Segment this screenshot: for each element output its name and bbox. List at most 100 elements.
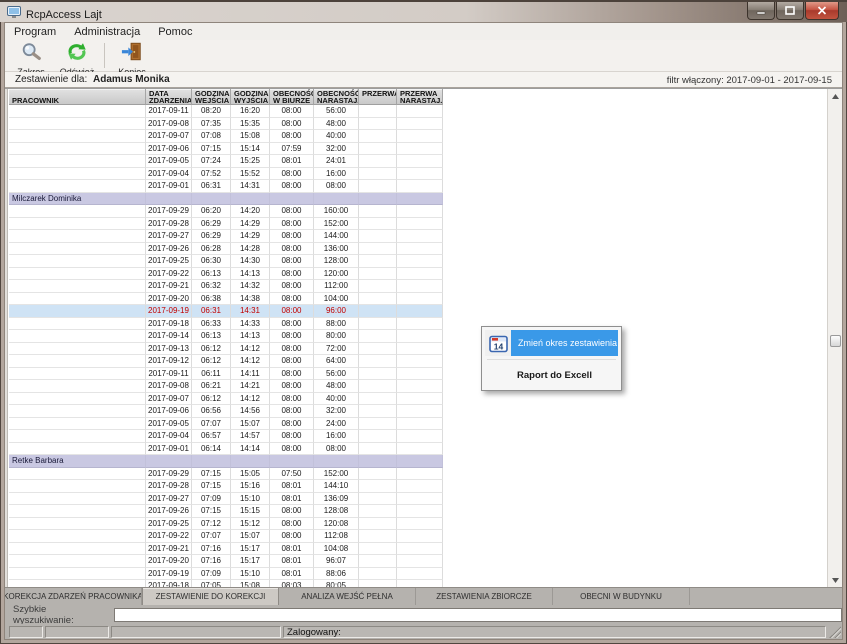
table-row[interactable]: 2017-09-0507:2415:2508:0124:01 bbox=[9, 155, 443, 168]
value-cell: 2017-09-27 bbox=[146, 493, 192, 506]
tab-2[interactable]: ZESTAWIENIE DO KOREKCJI bbox=[142, 588, 279, 605]
value-cell bbox=[359, 230, 397, 243]
tab-3[interactable]: ANALIZA WEJŚĆ PEŁNA bbox=[279, 588, 416, 605]
table-row[interactable]: 2017-09-0106:1414:1408:0008:00 bbox=[9, 443, 443, 456]
minimize-button[interactable] bbox=[747, 2, 775, 20]
exit-door-icon bbox=[121, 42, 143, 66]
table-row[interactable]: 2017-09-1206:1214:1208:0064:00 bbox=[9, 355, 443, 368]
value-cell bbox=[359, 530, 397, 543]
column-header[interactable]: PRACOWNIK bbox=[9, 89, 146, 105]
employee-cell bbox=[9, 305, 146, 318]
group-row[interactable]: Retke Barbara bbox=[9, 455, 443, 468]
vertical-scrollbar[interactable] bbox=[827, 89, 842, 587]
scrollbar-thumb[interactable] bbox=[830, 335, 841, 347]
table-row[interactable]: 2017-09-0407:5215:5208:0016:00 bbox=[9, 168, 443, 181]
scroll-down-icon[interactable] bbox=[829, 574, 842, 587]
value-cell: 06:32 bbox=[192, 280, 231, 293]
table-row[interactable]: 2017-09-2006:3814:3808:00104:00 bbox=[9, 293, 443, 306]
table-row[interactable]: 2017-09-0606:5614:5608:0032:00 bbox=[9, 405, 443, 418]
table-row[interactable]: 2017-09-1306:1214:1208:0072:00 bbox=[9, 343, 443, 356]
value-cell: 104:00 bbox=[314, 293, 359, 306]
column-header[interactable]: OBECNOŚĆNARASTAJ. bbox=[314, 89, 359, 105]
resize-grip-icon[interactable] bbox=[829, 626, 841, 638]
status-bar: Zalogowany: bbox=[5, 624, 842, 639]
value-cell bbox=[359, 255, 397, 268]
value-cell: 06:30 bbox=[192, 255, 231, 268]
value-cell bbox=[231, 193, 270, 206]
table-row[interactable]: 2017-09-0807:3515:3508:0048:00 bbox=[9, 118, 443, 131]
employee-cell bbox=[9, 480, 146, 493]
table-row[interactable]: 2017-09-1406:1314:1308:0080:00 bbox=[9, 330, 443, 343]
table-row[interactable]: 2017-09-2007:1615:1708:0196:07 bbox=[9, 555, 443, 568]
zakres-button[interactable]: Zakres bbox=[8, 40, 54, 71]
tab-1[interactable]: KOREKCJA ZDARZEŃ PRACOWNIKA bbox=[5, 588, 142, 605]
maximize-button[interactable] bbox=[776, 2, 804, 20]
table-row[interactable]: 2017-09-1806:3314:3308:0088:00 bbox=[9, 318, 443, 331]
table-row[interactable]: 2017-09-2606:2814:2808:00136:00 bbox=[9, 243, 443, 256]
table-row[interactable]: 2017-09-2906:2014:2008:00160:00 bbox=[9, 205, 443, 218]
tab-5[interactable]: OBECNI W BUDYNKU bbox=[553, 588, 690, 605]
value-cell bbox=[397, 218, 443, 231]
table-row[interactable]: 2017-09-1807:0515:0808:0380:05 bbox=[9, 580, 443, 587]
scroll-up-icon[interactable] bbox=[829, 90, 842, 103]
table-row[interactable]: 2017-09-0806:2114:2108:0048:00 bbox=[9, 380, 443, 393]
table-row[interactable]: 2017-09-1906:3114:3108:0096:00 bbox=[9, 305, 443, 318]
value-cell: 14:38 bbox=[231, 293, 270, 306]
table-row[interactable]: 2017-09-1907:0915:1008:0188:06 bbox=[9, 568, 443, 581]
table-row[interactable]: 2017-09-1106:1114:1108:0056:00 bbox=[9, 368, 443, 381]
table-row[interactable]: 2017-09-2506:3014:3008:00128:00 bbox=[9, 255, 443, 268]
close-button[interactable] bbox=[805, 2, 839, 20]
value-cell bbox=[359, 180, 397, 193]
column-header[interactable]: GODZINAWEJŚCIA bbox=[192, 89, 231, 105]
table-row[interactable]: 2017-09-2707:0915:1008:01136:09 bbox=[9, 493, 443, 506]
table-row[interactable]: 2017-09-2607:1515:1508:00128:08 bbox=[9, 505, 443, 518]
table-row[interactable]: 2017-09-0607:1515:1407:5932:00 bbox=[9, 143, 443, 156]
menu-item-change-period[interactable]: 14 Zmień okres zestawienia bbox=[485, 330, 618, 356]
odswiez-button[interactable]: Odśwież bbox=[54, 40, 100, 71]
column-header[interactable]: OBECNOŚĆW BIURZE bbox=[270, 89, 314, 105]
menu-item-excel-report[interactable]: Raport do Excell bbox=[485, 363, 618, 387]
menu-administracja[interactable]: Administracja bbox=[65, 24, 149, 40]
table-row[interactable]: 2017-09-2107:1615:1708:01104:08 bbox=[9, 543, 443, 556]
value-cell: 08:00 bbox=[270, 180, 314, 193]
search-input[interactable] bbox=[114, 608, 842, 622]
value-cell: 2017-09-11 bbox=[146, 368, 192, 381]
value-cell bbox=[397, 468, 443, 481]
table-row[interactable]: 2017-09-2807:1515:1608:01144:10 bbox=[9, 480, 443, 493]
value-cell bbox=[397, 143, 443, 156]
table-row[interactable]: 2017-09-0106:3114:3108:0008:00 bbox=[9, 180, 443, 193]
table-row[interactable]: 2017-09-2806:2914:2908:00152:00 bbox=[9, 218, 443, 231]
value-cell: 08:00 bbox=[270, 118, 314, 131]
table-row[interactable]: 2017-09-0507:0715:0708:0024:00 bbox=[9, 418, 443, 431]
group-row[interactable]: Milczarek Dominika bbox=[9, 193, 443, 206]
table-row[interactable]: 2017-09-0406:5714:5708:0016:00 bbox=[9, 430, 443, 443]
employee-cell bbox=[9, 230, 146, 243]
tab-4[interactable]: ZESTAWIENIA ZBIORCZE bbox=[416, 588, 553, 605]
value-cell bbox=[397, 330, 443, 343]
table-row[interactable]: 2017-09-2207:0715:0708:00112:08 bbox=[9, 530, 443, 543]
value-cell bbox=[397, 355, 443, 368]
table-row[interactable]: 2017-09-2206:1314:1308:00120:00 bbox=[9, 268, 443, 281]
value-cell bbox=[359, 505, 397, 518]
table-row[interactable]: 2017-09-2106:3214:3208:00112:00 bbox=[9, 280, 443, 293]
value-cell bbox=[146, 193, 192, 206]
table-row[interactable]: 2017-09-1108:2016:2008:0056:00 bbox=[9, 105, 443, 118]
employee-cell bbox=[9, 543, 146, 556]
column-header[interactable]: PRZERWANARASTAJ. bbox=[397, 89, 443, 105]
table-row[interactable]: 2017-09-2907:1515:0507:50152:00 bbox=[9, 468, 443, 481]
column-header[interactable]: DATAZDARZENIA bbox=[146, 89, 192, 105]
value-cell bbox=[359, 318, 397, 331]
table-row[interactable]: 2017-09-0706:1214:1208:0040:00 bbox=[9, 393, 443, 406]
value-cell: 144:10 bbox=[314, 480, 359, 493]
menu-pomoc[interactable]: Pomoc bbox=[149, 24, 201, 40]
table-row[interactable]: 2017-09-2706:2914:2908:00144:00 bbox=[9, 230, 443, 243]
value-cell: 2017-09-05 bbox=[146, 418, 192, 431]
value-cell: 08:03 bbox=[270, 580, 314, 587]
column-header[interactable]: PRZERWA bbox=[359, 89, 397, 105]
koniec-button[interactable]: Koniec bbox=[109, 40, 155, 71]
menu-program[interactable]: Program bbox=[5, 24, 65, 40]
table-row[interactable]: 2017-09-2507:1215:1208:00120:08 bbox=[9, 518, 443, 531]
table-row[interactable]: 2017-09-0707:0815:0808:0040:00 bbox=[9, 130, 443, 143]
column-header[interactable]: GODZINAWYJŚCIA bbox=[231, 89, 270, 105]
value-cell: 15:14 bbox=[231, 143, 270, 156]
